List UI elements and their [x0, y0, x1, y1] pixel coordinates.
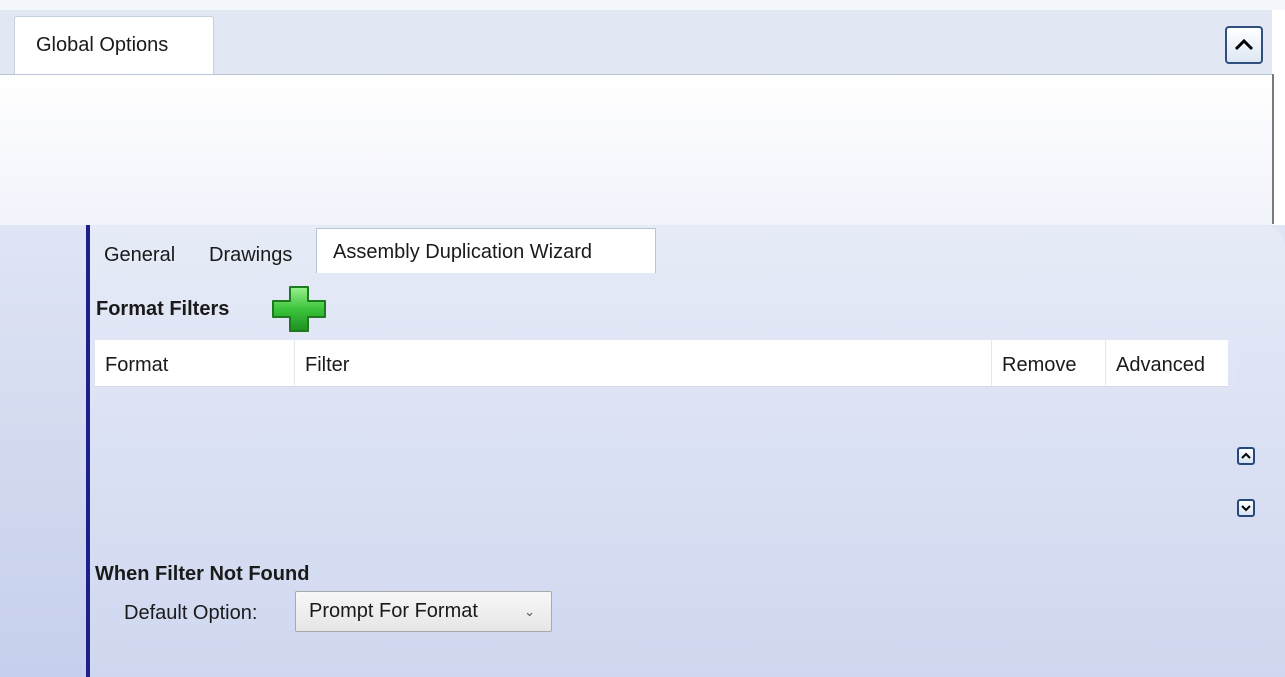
chevron-down-icon — [1241, 505, 1251, 512]
tab-global-options[interactable]: Global Options — [14, 16, 214, 74]
ribbon-empty-area — [0, 75, 1272, 225]
green-plus-icon — [272, 286, 326, 332]
move-down-button[interactable] — [1237, 499, 1255, 517]
format-filters-heading: Format Filters — [96, 298, 230, 320]
add-filter-button[interactable] — [270, 284, 328, 334]
window-top-strip — [0, 0, 1285, 10]
tab-general[interactable]: General — [104, 238, 175, 272]
move-up-button[interactable] — [1237, 447, 1255, 465]
chevron-up-icon — [1234, 38, 1254, 51]
column-header-format[interactable]: Format — [95, 340, 295, 386]
tab-drawings[interactable]: Drawings — [209, 238, 292, 272]
chevron-down-icon: ⌄ — [524, 604, 535, 619]
window-right-edge — [1272, 74, 1274, 224]
format-filters-grid-header: Format Filter Remove Advanced — [95, 340, 1234, 387]
default-option-dropdown[interactable]: Prompt For Format ⌄ — [295, 591, 552, 632]
collapse-button[interactable] — [1225, 26, 1263, 64]
default-option-label: Default Option: — [124, 602, 258, 624]
column-header-filter[interactable]: Filter — [295, 340, 992, 386]
tab-assembly-duplication-wizard[interactable]: Assembly Duplication Wizard — [316, 228, 656, 273]
panel-left-rule — [86, 225, 90, 677]
when-filter-not-found-heading: When Filter Not Found — [95, 563, 310, 585]
column-header-remove[interactable]: Remove — [992, 340, 1106, 386]
chevron-up-icon — [1241, 452, 1251, 459]
column-header-advanced[interactable]: Advanced — [1106, 340, 1234, 386]
default-option-value: Prompt For Format — [309, 600, 478, 622]
